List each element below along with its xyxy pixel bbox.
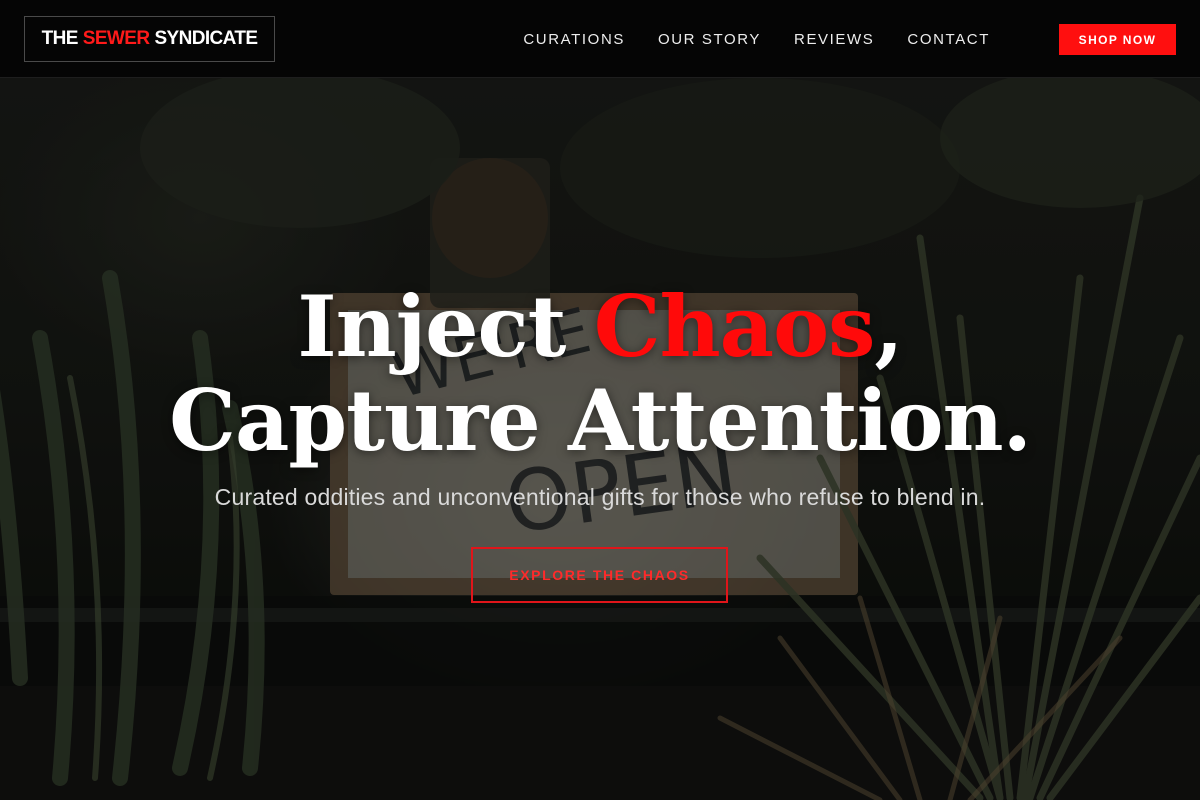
headline-word-inject: Inject bbox=[297, 277, 566, 376]
headline-line2: Capture Attention. bbox=[169, 371, 1032, 470]
nav-link-our-story[interactable]: OUR STORY bbox=[658, 31, 761, 48]
headline-accent-chaos: Chaos bbox=[593, 277, 876, 376]
headline-comma: , bbox=[874, 277, 903, 376]
logo-text-syndicate: SYNDICATE bbox=[154, 28, 258, 49]
site-header: THE SEWER SYNDICATE CURATIONS OUR STORY … bbox=[0, 0, 1200, 78]
logo-text-sewer: SEWER bbox=[82, 28, 150, 49]
hero-subtitle: Curated oddities and unconventional gift… bbox=[214, 484, 986, 510]
shop-now-button[interactable]: SHOP NOW bbox=[1059, 24, 1176, 55]
brand-logo[interactable]: THE SEWER SYNDICATE bbox=[24, 16, 275, 62]
nav-link-curations[interactable]: CURATIONS bbox=[523, 31, 625, 48]
nav-link-reviews[interactable]: REVIEWS bbox=[794, 31, 874, 48]
explore-the-chaos-button[interactable]: EXPLORE THE CHAOS bbox=[471, 547, 728, 603]
hero-section: WE'RE OPEN Inject Chaos, Capture Attenti… bbox=[0, 78, 1200, 800]
hero-headline: Inject Chaos, Capture Attention. bbox=[0, 280, 1200, 468]
nav-link-contact[interactable]: CONTACT bbox=[907, 31, 990, 48]
logo-text-the: THE bbox=[41, 28, 79, 49]
main-nav: CURATIONS OUR STORY REVIEWS CONTACT bbox=[523, 0, 990, 78]
